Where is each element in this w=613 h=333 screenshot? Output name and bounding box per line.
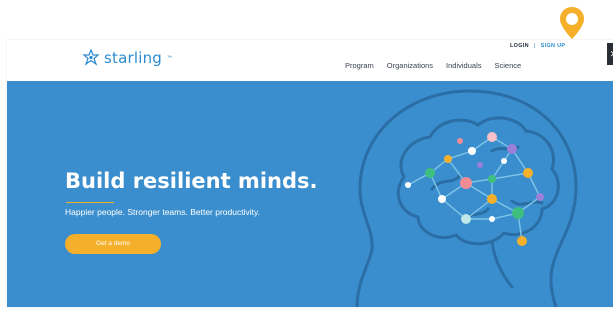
starling-logo-icon <box>82 49 100 66</box>
brand-logo[interactable]: starling ™ <box>82 49 172 67</box>
auth-links: LOGIN | SIGN UP <box>510 43 565 49</box>
brand-trademark: ™ <box>167 55 173 61</box>
hero-banner: Build resilient minds. Happier people. S… <box>7 81 613 307</box>
hero-title: Build resilient minds. <box>65 169 318 193</box>
nav-item-organizations[interactable]: Organizations <box>387 61 433 70</box>
nav-item-science[interactable]: Science <box>495 61 522 70</box>
login-link[interactable]: LOGIN <box>510 43 529 49</box>
site-header: starling ™ LOGIN | SIGN UP Program Organi… <box>7 40 613 82</box>
brain-illustration <box>355 89 578 307</box>
auth-separator: | <box>533 43 536 49</box>
nav-item-program[interactable]: Program <box>345 61 374 70</box>
location-pin-icon <box>560 7 584 39</box>
get-demo-button[interactable]: Get a demo <box>65 234 161 254</box>
brand-name: starling <box>104 49 163 67</box>
main-nav: Program Organizations Individuals Scienc… <box>345 61 521 70</box>
title-underline <box>66 202 114 203</box>
hero-subtitle: Happier people. Stronger teams. Better p… <box>65 207 260 217</box>
nav-item-individuals[interactable]: Individuals <box>446 61 481 70</box>
close-tab-button[interactable]: ✕ <box>607 43 613 65</box>
signup-link[interactable]: SIGN UP <box>541 43 566 49</box>
